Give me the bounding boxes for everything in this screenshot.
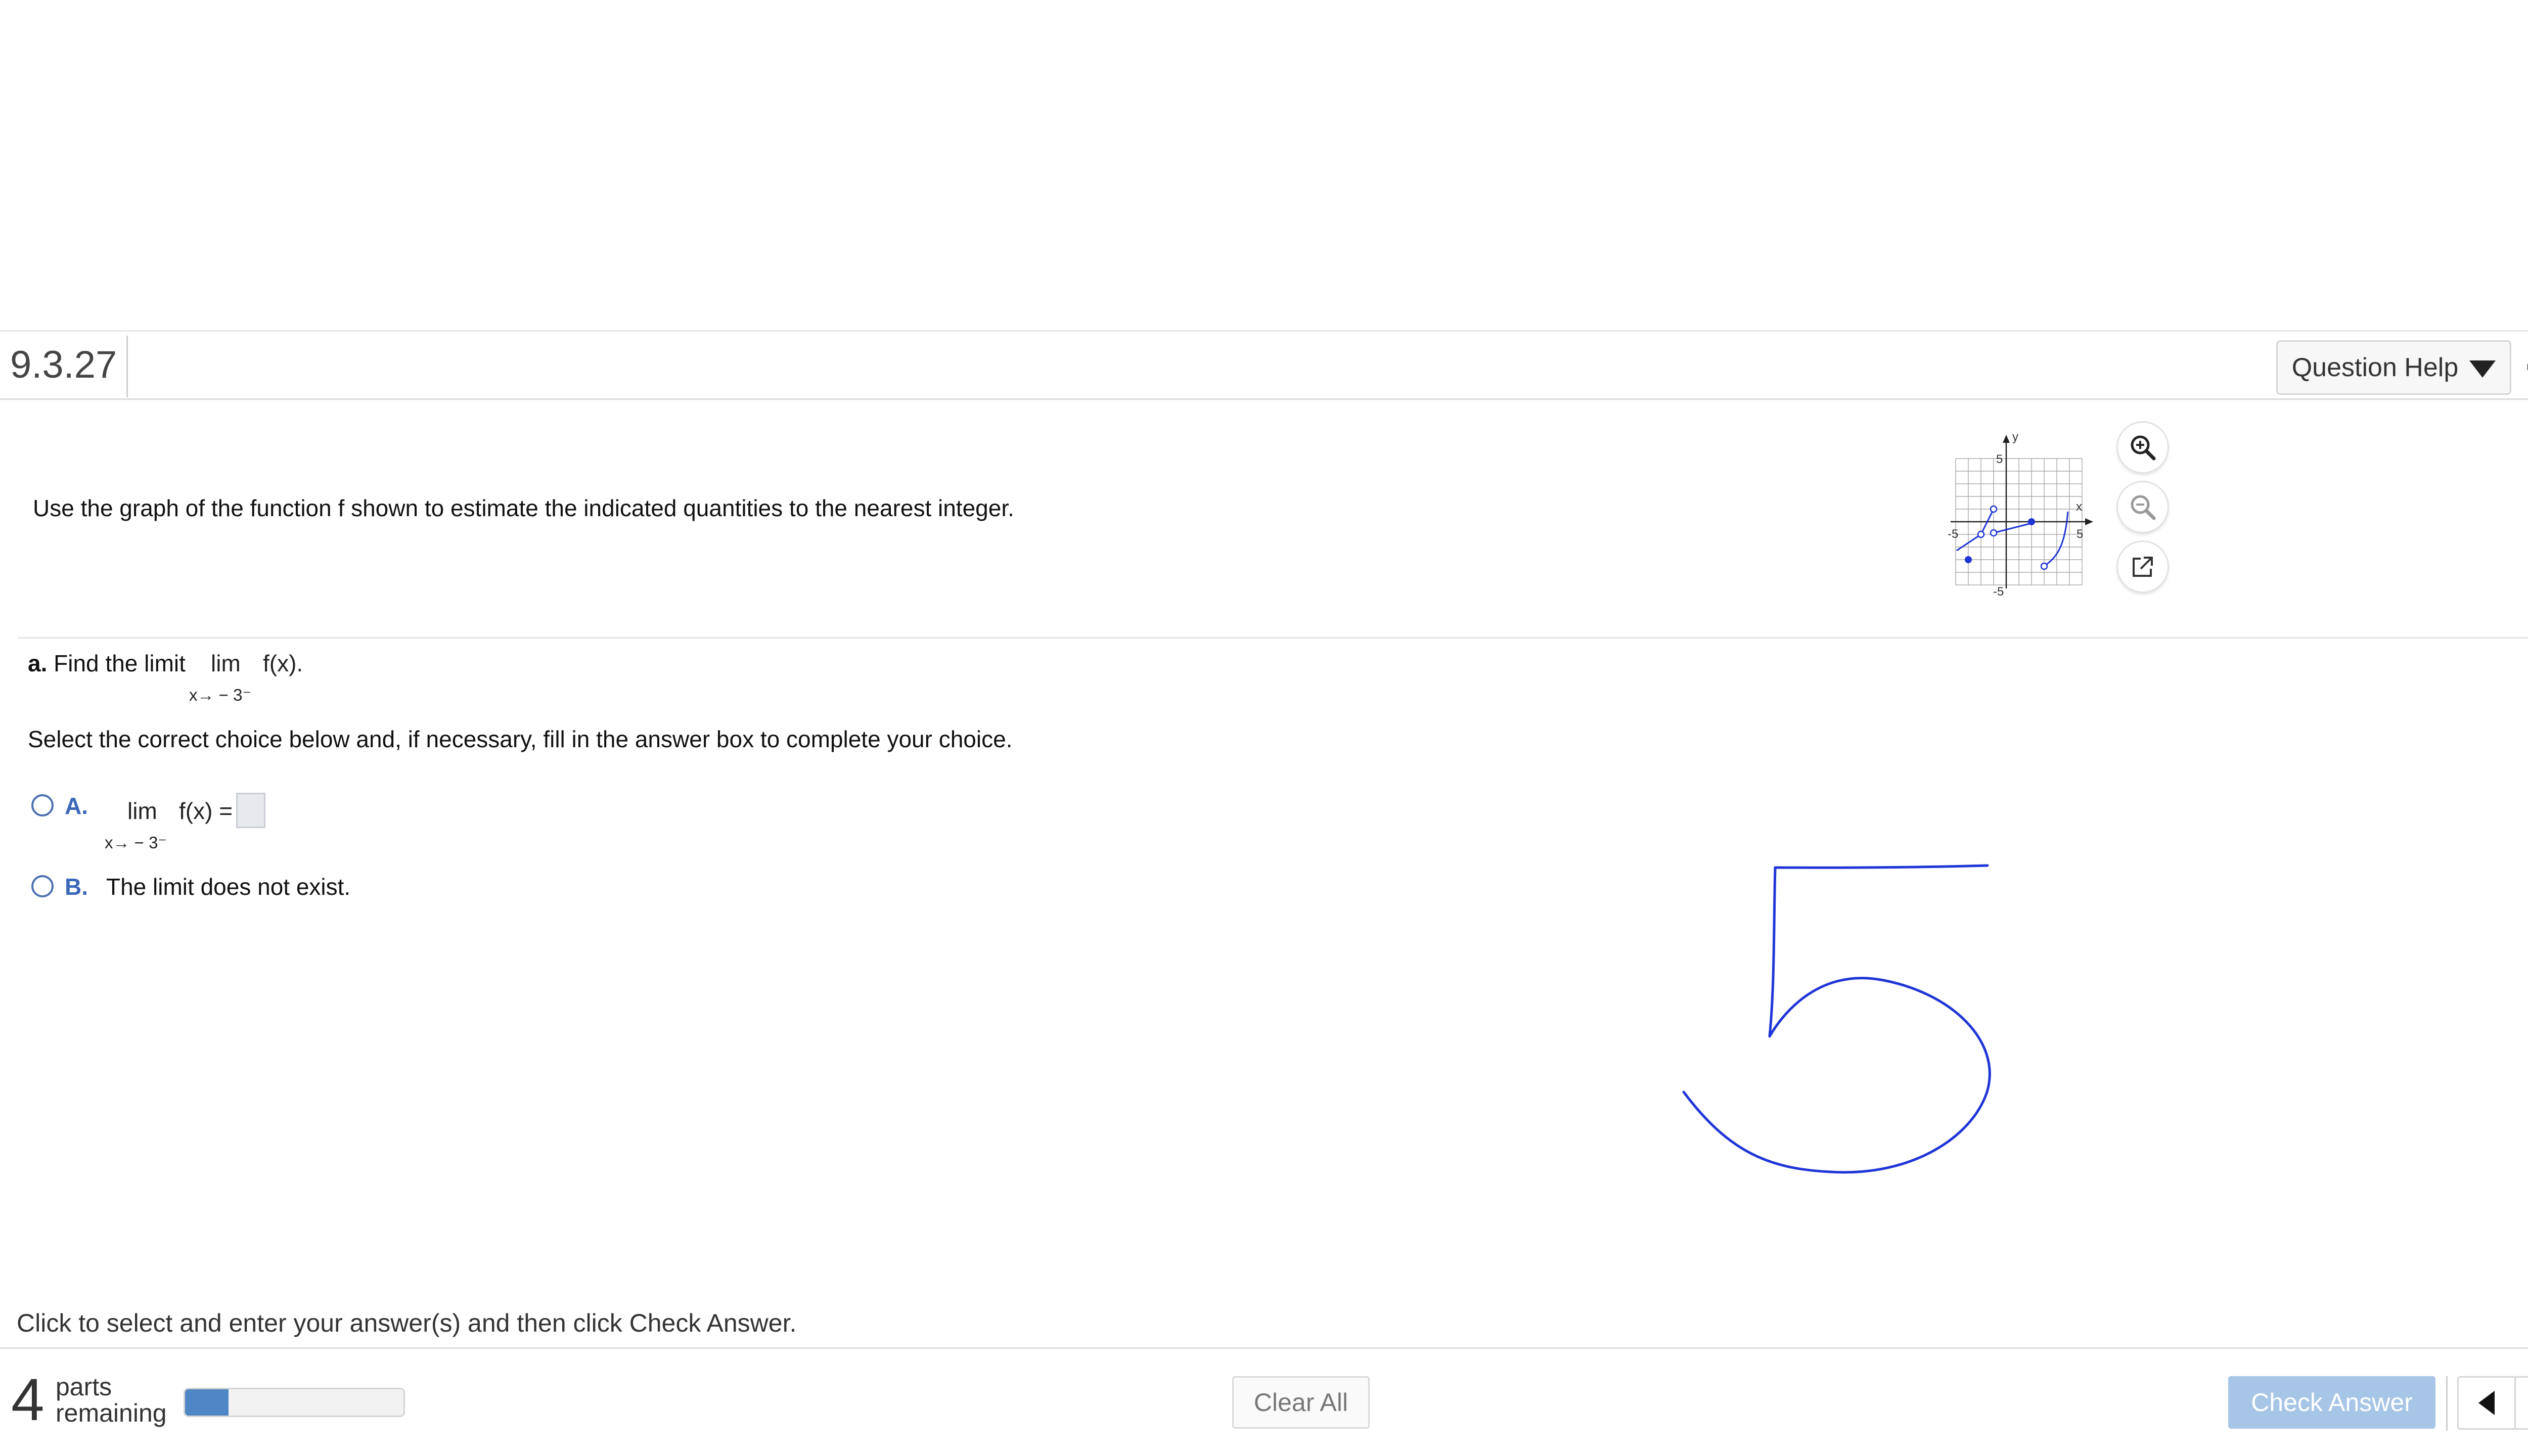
choice-a-radio[interactable] xyxy=(31,794,54,816)
filled-point xyxy=(1965,556,1972,563)
y-axis-arrow xyxy=(2003,435,2010,443)
choice-b-label[interactable]: B. xyxy=(65,873,88,900)
choice-b-text[interactable]: The limit does not exist. xyxy=(106,873,350,900)
previous-arrow-icon xyxy=(2478,1391,2495,1415)
choice-b-radio[interactable] xyxy=(31,875,54,897)
check-answer-button[interactable]: Check Answer xyxy=(2228,1376,2435,1429)
popout-button[interactable] xyxy=(2118,542,2168,592)
x-tick-5: 5 xyxy=(2076,527,2083,541)
zoom-in-icon xyxy=(2131,435,2156,461)
remaining-word: remaining xyxy=(56,1399,167,1427)
divider xyxy=(2446,1376,2448,1431)
function-graph-thumbnail[interactable]: y x 5 -5 -5 5 xyxy=(1935,426,2117,598)
x-axis-label: x xyxy=(2076,500,2082,514)
question-help-button[interactable]: Question Help xyxy=(2276,340,2511,395)
open-point xyxy=(1977,530,1985,538)
divider xyxy=(0,1347,2528,1349)
question-header: 9.3.27 Question Help xyxy=(0,330,2528,400)
clear-all-button[interactable]: Clear All xyxy=(1232,1376,1370,1429)
part-a-label: a. xyxy=(28,650,48,676)
open-point xyxy=(1990,529,1998,537)
y-tick-neg5: -5 xyxy=(1993,585,2004,598)
function-curve xyxy=(1956,509,2069,567)
handwritten-five-drawing xyxy=(1682,864,1991,1174)
limit-subscript: x→ − 3⁻ xyxy=(189,686,251,704)
parts-remaining-count: 4 xyxy=(11,1367,44,1433)
choice-instructions: Select the correct choice below and, if … xyxy=(28,726,1013,752)
open-point xyxy=(2040,562,2048,570)
x-axis-arrow xyxy=(2085,518,2093,525)
choice-a-answer-box[interactable] xyxy=(236,793,265,828)
previous-button[interactable] xyxy=(2457,1376,2516,1430)
divider xyxy=(18,637,2528,639)
zoom-in-button[interactable] xyxy=(2118,423,2168,472)
x-tick-neg5: -5 xyxy=(1948,527,1958,541)
divider xyxy=(126,336,128,397)
next-button[interactable] xyxy=(2514,1376,2528,1430)
problem-statement: Use the graph of the function f shown to… xyxy=(33,495,1014,521)
part-a-prompt-text: Find the limit xyxy=(54,650,186,676)
limit-word: lim xyxy=(211,650,241,676)
part-a-prompt: a. Find the limit xyxy=(28,650,186,677)
parts-word: parts xyxy=(56,1373,112,1401)
popout-icon xyxy=(2133,557,2153,577)
open-point xyxy=(1990,505,1998,513)
filled-point xyxy=(2028,518,2035,525)
zoom-out-button[interactable] xyxy=(2118,482,2168,532)
question-number: 9.3.27 xyxy=(10,343,117,386)
choice-a-subscript: x→ − 3⁻ xyxy=(105,833,167,852)
choice-a-limit-word: lim xyxy=(127,798,157,824)
progress-bar-fill xyxy=(185,1389,229,1416)
limit-function: f(x). xyxy=(263,650,303,676)
y-tick-5: 5 xyxy=(1996,452,2003,466)
progress-bar xyxy=(184,1388,405,1417)
choice-a-function: f(x) = xyxy=(179,798,233,824)
zoom-out-icon xyxy=(2131,495,2156,520)
y-axis-label: y xyxy=(2012,430,2018,444)
question-help-label: Question Help xyxy=(2291,353,2459,382)
triangle-down-icon xyxy=(2469,360,2496,378)
choice-a-label[interactable]: A. xyxy=(65,792,88,820)
footer-instruction: Click to select and enter your answer(s)… xyxy=(17,1309,797,1337)
gear-icon[interactable] xyxy=(2524,343,2528,391)
